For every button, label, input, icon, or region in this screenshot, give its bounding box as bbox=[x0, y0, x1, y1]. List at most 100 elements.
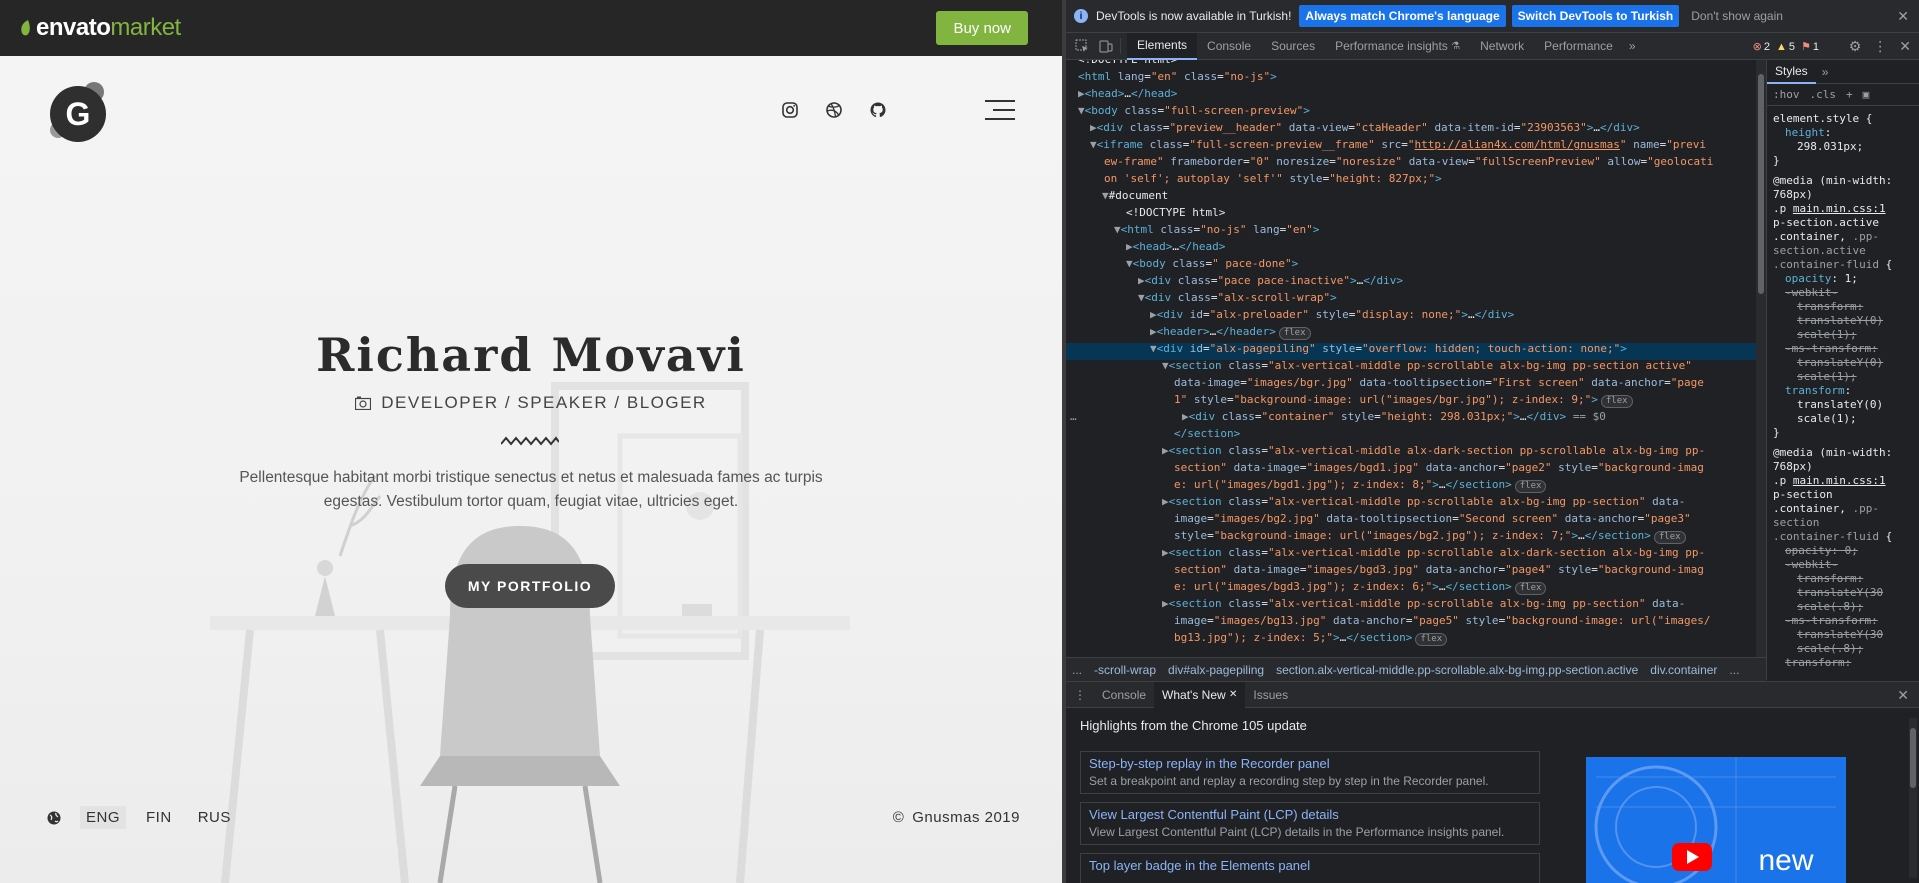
hero-name: Richard Movavi bbox=[316, 328, 746, 382]
tree-node-head[interactable]: ▶<head>…</head> bbox=[1078, 85, 1177, 102]
github-icon[interactable] bbox=[868, 100, 888, 120]
tree-node-inner-body[interactable]: ▼<body class=" pace-done"> bbox=[1126, 255, 1298, 272]
flex-badge[interactable]: flex bbox=[1514, 582, 1547, 595]
paint-icon[interactable]: ▣ bbox=[1863, 88, 1870, 101]
drawer-tabs: ⋮ Console What's New ✕ Issues bbox=[1066, 681, 1919, 708]
tree-node-section-bgd1[interactable]: ▶<section class="alx-vertical-middle alx… bbox=[1162, 442, 1705, 459]
elements-tree[interactable]: <!DOCTYPE html> <html lang="en" class="n… bbox=[1066, 60, 1766, 657]
tree-node-section-bg2[interactable]: ▶<section class="alx-vertical-middle pp-… bbox=[1162, 493, 1685, 510]
flex-badge[interactable]: flex bbox=[1415, 633, 1448, 646]
issues-count[interactable]: ⚑ 1 bbox=[1801, 40, 1819, 54]
tree-node-inner-doctype[interactable]: <!DOCTYPE html> bbox=[1126, 204, 1225, 221]
switch-to-turkish-button[interactable]: Switch DevTools to Turkish bbox=[1511, 5, 1680, 27]
error-count[interactable]: ⊗ 2 bbox=[1753, 40, 1770, 54]
tree-node-preview-header[interactable]: ▶<div class="preview__header" data-view=… bbox=[1090, 119, 1640, 136]
tab-styles[interactable]: Styles bbox=[1767, 60, 1816, 84]
whats-new-video-thumbnail[interactable]: new bbox=[1586, 757, 1846, 883]
breadcrumb-overflow-right[interactable]: ... bbox=[1729, 663, 1739, 677]
tree-node-html[interactable]: <html lang="en" class="no-js"> bbox=[1078, 68, 1277, 85]
envato-logo[interactable]: envato market bbox=[19, 14, 181, 42]
tree-node-section-close[interactable]: </section> bbox=[1174, 425, 1240, 442]
site-logo[interactable]: G bbox=[48, 80, 112, 144]
breadcrumb-scroll-wrap[interactable]: -scroll-wrap bbox=[1094, 663, 1156, 677]
inspect-element-icon[interactable] bbox=[1074, 38, 1090, 54]
close-icon[interactable]: ✕ bbox=[1897, 8, 1909, 25]
tree-node-pace[interactable]: ▶<div class="pace pace-inactive">…</div> bbox=[1138, 272, 1403, 289]
more-tabs-icon[interactable]: » bbox=[1623, 39, 1642, 53]
settings-gear-icon[interactable]: ⚙ bbox=[1849, 38, 1862, 55]
dom-breadcrumbs: ... -scroll-wrap div#alx-pagepiling sect… bbox=[1066, 657, 1766, 681]
tab-performance[interactable]: Performance bbox=[1534, 33, 1623, 60]
dribbble-icon[interactable] bbox=[824, 100, 844, 120]
always-match-language-button[interactable]: Always match Chrome's language bbox=[1299, 5, 1506, 27]
tree-node-body[interactable]: ▼<body class="full-screen-preview"> bbox=[1078, 102, 1310, 119]
camera-icon bbox=[355, 396, 372, 410]
elements-scrollbar[interactable] bbox=[1756, 60, 1766, 657]
tree-node-section-bgd3[interactable]: ▶<section class="alx-vertical-middle pp-… bbox=[1162, 544, 1705, 561]
tree-node-section-bg13-cont2: bg13.jpg"); z-index: 5;">…</section> flex bbox=[1174, 629, 1448, 646]
close-devtools-icon[interactable]: ✕ bbox=[1899, 38, 1911, 55]
issue-counters[interactable]: ⊗ 2 ▲ 5 ⚑ 1 bbox=[1753, 40, 1819, 54]
close-tab-icon[interactable]: ✕ bbox=[1229, 689, 1237, 700]
copyright-icon: © bbox=[892, 809, 905, 826]
warning-count[interactable]: ▲ 5 bbox=[1776, 40, 1795, 53]
add-rule-icon[interactable]: + bbox=[1846, 88, 1853, 101]
more-options-icon[interactable]: ⋮ bbox=[1873, 38, 1887, 55]
tree-node-container-selected[interactable]: ▶<div class="container" style="height: 2… bbox=[1182, 408, 1606, 425]
tree-node-section-active[interactable]: ▼<section class="alx-vertical-middle pp-… bbox=[1162, 357, 1692, 374]
menu-burger-icon[interactable] bbox=[985, 100, 1015, 122]
drawer-tab-whats-new[interactable]: What's New ✕ bbox=[1154, 681, 1246, 708]
tab-elements[interactable]: Elements bbox=[1127, 32, 1198, 60]
buy-now-button[interactable]: Buy now bbox=[936, 11, 1028, 45]
whats-new-card-title[interactable]: Top layer badge in the Elements panel bbox=[1089, 857, 1531, 875]
tree-node-document[interactable]: ▼#document bbox=[1102, 187, 1168, 204]
whats-new-card-title[interactable]: View Largest Contentful Paint (LCP) deta… bbox=[1089, 806, 1531, 824]
dont-show-again-button[interactable]: Don't show again bbox=[1685, 5, 1789, 27]
tree-node-pagepiling[interactable]: ▼<div id="alx-pagepiling" style="overflo… bbox=[1150, 340, 1627, 357]
more-panes-icon[interactable]: » bbox=[1816, 65, 1829, 79]
my-portfolio-button[interactable]: MY PORTFOLIO bbox=[445, 564, 615, 608]
breadcrumb-section[interactable]: section.alx-vertical-middle.pp-scrollabl… bbox=[1276, 663, 1638, 677]
instagram-icon[interactable] bbox=[780, 100, 800, 120]
tree-node-iframe[interactable]: ▼<iframe class="full-screen-preview__fra… bbox=[1090, 136, 1706, 153]
whats-new-card-title[interactable]: Step-by-step replay in the Recorder pane… bbox=[1089, 755, 1531, 773]
elements-scrollbar-thumb[interactable] bbox=[1758, 74, 1764, 294]
close-drawer-icon[interactable]: ✕ bbox=[1897, 687, 1909, 704]
tree-node-section-bg13[interactable]: ▶<section class="alx-vertical-middle pp-… bbox=[1162, 595, 1685, 612]
drawer-tab-issues[interactable]: Issues bbox=[1245, 682, 1296, 708]
tree-node-header[interactable]: ▶<header>…</header> flex bbox=[1150, 323, 1311, 340]
breadcrumb-pagepiling[interactable]: div#alx-pagepiling bbox=[1168, 663, 1264, 677]
flex-badge[interactable]: flex bbox=[1514, 480, 1547, 493]
drawer-scrollbar-thumb[interactable] bbox=[1910, 728, 1916, 788]
tree-node-doctype[interactable]: <!DOCTYPE html> bbox=[1078, 60, 1177, 68]
tree-node-preloader[interactable]: ▶<div id="alx-preloader" style="display:… bbox=[1150, 306, 1514, 323]
drawer-menu-icon[interactable]: ⋮ bbox=[1066, 688, 1094, 702]
flex-badge[interactable]: flex bbox=[1278, 327, 1311, 340]
hov-toggle[interactable]: :hov bbox=[1773, 88, 1800, 101]
tab-performance-insights[interactable]: Performance insights ⚗ bbox=[1325, 33, 1470, 60]
cls-toggle[interactable]: .cls bbox=[1810, 88, 1837, 101]
tree-node-inner-html[interactable]: ▼<html class="no-js" lang="en"> bbox=[1114, 221, 1319, 238]
whats-new-card[interactable]: Top layer badge in the Elements panel bbox=[1080, 853, 1540, 883]
tree-node-section-bgd1-cont2: e: url("images/bgd1.jpg"); z-index: 8;">… bbox=[1174, 476, 1547, 493]
flex-badge[interactable]: flex bbox=[1600, 395, 1633, 408]
hero-role: DEVELOPER / SPEAKER / BLOGER bbox=[0, 393, 1062, 413]
drawer-tab-console[interactable]: Console bbox=[1094, 682, 1154, 708]
tree-node-inner-head[interactable]: ▶<head>…</head> bbox=[1126, 238, 1225, 255]
flex-badge[interactable]: flex bbox=[1653, 531, 1686, 544]
tree-node-scroll-wrap[interactable]: ▼<div class="alx-scroll-wrap"> bbox=[1138, 289, 1337, 306]
devtools-actions: ⚙ ⋮ ✕ bbox=[1849, 38, 1911, 55]
language-fin[interactable]: FIN bbox=[140, 806, 178, 829]
tab-sources[interactable]: Sources bbox=[1261, 33, 1325, 60]
language-rus[interactable]: RUS bbox=[192, 806, 237, 829]
breadcrumb-container[interactable]: div.container bbox=[1650, 663, 1717, 677]
tab-console[interactable]: Console bbox=[1197, 33, 1261, 60]
device-toolbar-icon[interactable] bbox=[1098, 38, 1114, 54]
whats-new-card[interactable]: View Largest Contentful Paint (LCP) deta… bbox=[1080, 802, 1540, 845]
drawer-scrollbar[interactable] bbox=[1909, 718, 1917, 878]
breadcrumb-overflow-left[interactable]: ... bbox=[1072, 663, 1082, 677]
whats-new-card[interactable]: Step-by-step replay in the Recorder pane… bbox=[1080, 751, 1540, 794]
tab-network[interactable]: Network bbox=[1470, 33, 1534, 60]
language-eng[interactable]: ENG bbox=[80, 806, 127, 829]
hero-description-line2: egestas. Vestibulum tortor quam, feugiat… bbox=[323, 493, 739, 510]
